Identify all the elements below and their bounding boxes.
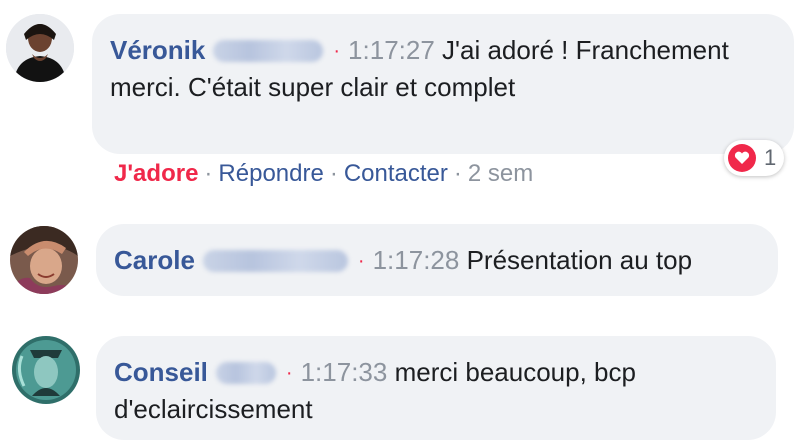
comment-item: Carole · 1:17:28 Présentation au top xyxy=(0,210,800,310)
reply-button[interactable]: Répondre xyxy=(218,160,323,187)
comment-time[interactable]: 1:17:27 xyxy=(348,35,435,65)
separator-dot: · xyxy=(333,40,341,62)
author-name[interactable]: Véronik xyxy=(110,35,205,65)
comment-age[interactable]: 2 sem xyxy=(468,160,533,187)
author-name[interactable]: Conseil xyxy=(114,357,208,387)
reaction-badge[interactable]: 1 xyxy=(724,140,785,176)
separator-dot: · xyxy=(329,160,338,187)
comment-bubble: Carole · 1:17:28 Présentation au top xyxy=(96,224,778,296)
author-name[interactable]: Carole xyxy=(114,245,195,275)
blurred-surname xyxy=(213,40,324,62)
comment-time[interactable]: 1:17:33 xyxy=(301,357,388,387)
separator-dot: · xyxy=(453,160,462,187)
reaction-count: 1 xyxy=(764,145,777,170)
comment-text: Présentation au top xyxy=(466,245,693,275)
comment-item: Conseil · 1:17:33 merci beaucoup, bcp d'ec… xyxy=(0,326,800,440)
comment-actions: J'adore · Répondre · Contacter · 2 sem xyxy=(114,160,533,188)
contact-button[interactable]: Contacter xyxy=(344,160,448,187)
separator-dot: · xyxy=(357,250,365,272)
heart-icon xyxy=(728,144,756,172)
avatar[interactable] xyxy=(12,336,80,404)
avatar[interactable] xyxy=(6,14,74,82)
love-button[interactable]: J'adore xyxy=(114,160,198,187)
separator-dot: · xyxy=(285,362,293,384)
blurred-surname xyxy=(215,362,276,384)
comment-item: Véronik · 1:17:27 J'ai adoré ! Franchement… xyxy=(0,0,800,200)
comment-actions-partial xyxy=(120,302,400,308)
avatar[interactable] xyxy=(10,226,78,294)
comment-bubble: Véronik · 1:17:27 J'ai adoré ! Franchement… xyxy=(92,14,794,154)
comment-bubble: Conseil · 1:17:33 merci beaucoup, bcp d'ec… xyxy=(96,336,776,440)
separator-dot: · xyxy=(204,160,213,187)
blurred-surname xyxy=(202,250,348,272)
comment-time[interactable]: 1:17:28 xyxy=(373,245,460,275)
